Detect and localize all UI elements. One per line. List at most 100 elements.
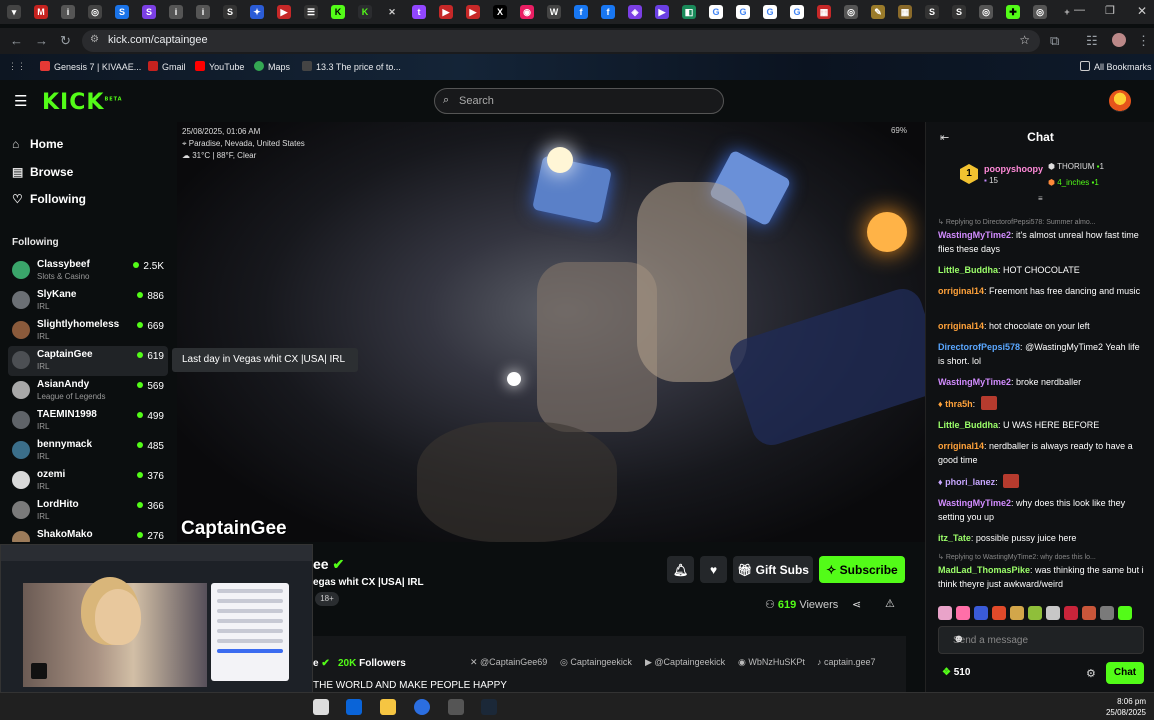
gift-subs-button[interactable]: 🎁︎ Gift Subs bbox=[733, 556, 813, 583]
close-tab-icon[interactable]: ✕ bbox=[385, 5, 399, 19]
emoji-picker-icon[interactable]: ☻ bbox=[953, 633, 1133, 645]
emote-icon[interactable] bbox=[1082, 606, 1096, 620]
emote-icon[interactable] bbox=[956, 606, 970, 620]
emote-icon[interactable] bbox=[1118, 606, 1132, 620]
emote-icon[interactable] bbox=[992, 606, 1006, 620]
reload-icon[interactable]: ↻ bbox=[60, 33, 71, 49]
report-warning-icon[interactable]: ⚠ bbox=[885, 597, 895, 610]
back-icon[interactable]: ← bbox=[10, 33, 23, 48]
file-explorer-icon[interactable] bbox=[380, 699, 396, 715]
channel-item-captaingee[interactable]: CaptainGee IRL 619 bbox=[8, 346, 168, 376]
tab-icon[interactable]: ◧ bbox=[682, 5, 696, 19]
browser-icon[interactable] bbox=[414, 699, 430, 715]
channel-item-ozemi[interactable]: ozemi IRL 376 bbox=[8, 466, 168, 496]
tab-icon[interactable]: ▶ bbox=[655, 5, 669, 19]
social-link-tiktok[interactable]: ♪ captain.gee7 bbox=[817, 657, 876, 667]
notification-bell-button[interactable]: 🔔︎ bbox=[667, 556, 694, 583]
gifter-entry[interactable]: ⬢ THORIUM ▪1 bbox=[1048, 162, 1104, 171]
forward-icon[interactable]: → bbox=[35, 33, 48, 48]
tab-icon[interactable]: ◎ bbox=[844, 5, 858, 19]
social-link-x[interactable]: ✕ @CaptainGee69 bbox=[470, 657, 547, 668]
google-tab-icon[interactable]: G bbox=[790, 5, 804, 19]
youtube-tab-icon[interactable]: ▶ bbox=[466, 5, 480, 19]
channel-item-slightlyhomeless[interactable]: Slightlyhomeless IRL 669 bbox=[8, 316, 168, 346]
app-icon[interactable] bbox=[448, 699, 464, 715]
share-icon[interactable]: ⋖ bbox=[852, 598, 861, 611]
tab-icon[interactable]: ▦ bbox=[817, 5, 831, 19]
sidebar-item-home[interactable]: ⌂ Home bbox=[12, 137, 63, 151]
picture-in-picture-window[interactable] bbox=[0, 544, 313, 712]
sidebar-item-following[interactable]: ♡ Following bbox=[12, 192, 86, 206]
extensions-icon[interactable]: ⧉ bbox=[1050, 33, 1059, 49]
site-info-icon[interactable]: ⚙ bbox=[90, 34, 99, 45]
search-input[interactable]: ⌕ Search bbox=[434, 88, 724, 114]
kick-logo[interactable]: KICKBETA bbox=[42, 90, 123, 115]
channel-item-classybeef[interactable]: Classybeef Slots & Casino 2.5K bbox=[8, 256, 168, 286]
system-clock[interactable]: 8:06 pm 25/08/2025 bbox=[1106, 696, 1146, 718]
window-close-icon[interactable]: ✕ bbox=[1137, 4, 1147, 18]
google-tab-icon[interactable]: G bbox=[709, 5, 723, 19]
google-tab-icon[interactable]: G bbox=[736, 5, 750, 19]
google-tab-icon[interactable]: G bbox=[763, 5, 777, 19]
tab-icon[interactable]: ◎ bbox=[1033, 5, 1047, 19]
start-menu-icon[interactable] bbox=[313, 699, 329, 715]
bookmark-item[interactable]: Genesis 7 | KIVAAE... bbox=[40, 61, 141, 72]
emote-icon[interactable] bbox=[974, 606, 988, 620]
top-gifter-name[interactable]: poopyshoopy bbox=[984, 164, 1043, 174]
twitch-tab-icon[interactable]: t bbox=[412, 5, 426, 19]
tab-icon[interactable]: S bbox=[952, 5, 966, 19]
sidebar-item-browse[interactable]: ▤ Browse bbox=[12, 165, 73, 179]
browser-menu-icon[interactable]: ⋮ bbox=[1137, 33, 1150, 49]
tab-icon[interactable]: S bbox=[925, 5, 939, 19]
video-player[interactable]: 25/08/2025, 01:06 AM ⌖ Paradise, Nevada,… bbox=[177, 122, 925, 542]
wikipedia-tab-icon[interactable]: W bbox=[547, 5, 561, 19]
pip-control-icon[interactable] bbox=[31, 663, 47, 679]
channel-item-asianandy[interactable]: AsianAndy League of Legends 569 bbox=[8, 376, 168, 406]
emote-icon[interactable] bbox=[1028, 606, 1042, 620]
channel-item-taemin1998[interactable]: TAEMIN1998 IRL 499 bbox=[8, 406, 168, 436]
bookmark-item[interactable]: 13.3 The price of to... bbox=[302, 61, 401, 72]
minimize-icon[interactable]: — bbox=[1074, 4, 1085, 16]
tab-icon[interactable]: ◎ bbox=[88, 5, 102, 19]
tab-icon[interactable]: ◈ bbox=[628, 5, 642, 19]
tab-icon[interactable]: ◎ bbox=[979, 5, 993, 19]
all-bookmarks[interactable]: All Bookmarks bbox=[1080, 61, 1152, 72]
tab-icon[interactable]: ▶ bbox=[277, 5, 291, 19]
tab-icon[interactable]: ◉ bbox=[520, 5, 534, 19]
emote-icon[interactable] bbox=[1010, 606, 1024, 620]
channel-item-shakomako[interactable]: ShakoMako 276 bbox=[8, 526, 168, 542]
tab-icon[interactable]: ✦ bbox=[250, 5, 264, 19]
channel-item-lordhito[interactable]: LordHito IRL 366 bbox=[8, 496, 168, 526]
social-link-discord[interactable]: ◉ WbNzHuSKPt bbox=[738, 657, 805, 668]
outlook-icon[interactable] bbox=[346, 699, 362, 715]
subscribe-button[interactable]: ✧ Subscribe bbox=[819, 556, 905, 583]
bookmark-youtube[interactable]: YouTube bbox=[195, 61, 244, 72]
tab-icon[interactable]: i bbox=[169, 5, 183, 19]
apps-grid-icon[interactable]: ⋮⋮ bbox=[8, 61, 26, 72]
social-link-instagram[interactable]: ◎ Captaingeekick bbox=[560, 657, 632, 668]
tab-icon[interactable]: i bbox=[61, 5, 75, 19]
facebook-tab-icon[interactable]: f bbox=[601, 5, 615, 19]
user-avatar[interactable] bbox=[1109, 90, 1131, 112]
tab-groups-icon[interactable]: ☷ bbox=[1086, 33, 1098, 49]
bookmark-star-icon[interactable]: ☆ bbox=[1019, 33, 1030, 47]
tab-search-icon[interactable]: ▾ bbox=[7, 5, 21, 19]
expand-leaderboard-icon[interactable]: ≡ bbox=[1038, 194, 1043, 203]
channel-item-bennymack[interactable]: bennymack IRL 485 bbox=[8, 436, 168, 466]
channel-points[interactable]: ❖ 510 bbox=[942, 667, 970, 678]
tab-icon[interactable]: i bbox=[196, 5, 210, 19]
bookmark-gmail[interactable]: Gmail bbox=[148, 61, 186, 72]
facebook-tab-icon[interactable]: f bbox=[574, 5, 588, 19]
emote-icon[interactable] bbox=[938, 606, 952, 620]
tab-icon[interactable]: S bbox=[142, 5, 156, 19]
gifter-entry[interactable]: ⬢ 4_inches ▪1 bbox=[1048, 178, 1099, 187]
tab-icon[interactable]: ▦ bbox=[898, 5, 912, 19]
tab-icon[interactable]: ✎ bbox=[871, 5, 885, 19]
kick-tab-active-icon[interactable]: K bbox=[358, 5, 372, 19]
hamburger-menu-icon[interactable]: ☰ bbox=[14, 92, 27, 110]
gmail-tab-icon[interactable]: M bbox=[34, 5, 48, 19]
bookmark-maps[interactable]: Maps bbox=[254, 61, 290, 72]
kick-tab-icon[interactable]: K bbox=[331, 5, 345, 19]
send-chat-button[interactable]: Chat bbox=[1106, 662, 1144, 684]
profile-avatar[interactable] bbox=[1112, 33, 1126, 47]
